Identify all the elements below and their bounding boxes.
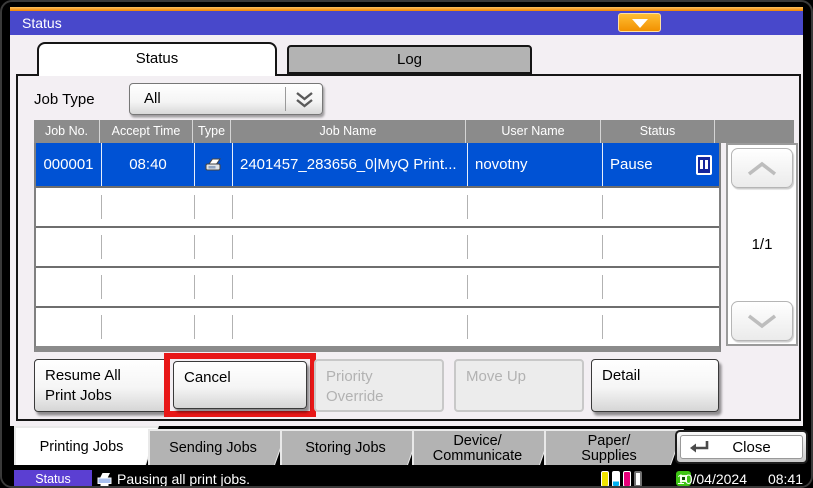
double-chevron-down-icon bbox=[294, 91, 315, 109]
chevron-down-icon bbox=[744, 313, 780, 330]
move-up-button: Move Up bbox=[454, 359, 584, 412]
return-arrow-icon bbox=[689, 439, 711, 455]
bottom-tab-printing-jobs[interactable]: Printing Jobs bbox=[14, 426, 159, 465]
header-user-name: User Name bbox=[466, 120, 601, 143]
tab-log[interactable]: Log bbox=[287, 45, 532, 74]
priority-override-button: Priority Override bbox=[314, 359, 444, 412]
job-type-value: All bbox=[144, 84, 161, 114]
cell-accept-time: 08:40 bbox=[102, 143, 195, 186]
collapse-panel-button[interactable] bbox=[618, 13, 661, 32]
window-title: Status bbox=[22, 11, 62, 35]
close-button[interactable]: Close bbox=[675, 430, 808, 464]
table-row-empty bbox=[36, 226, 719, 266]
page-up-button[interactable] bbox=[731, 148, 793, 188]
titlebar: Status bbox=[10, 11, 803, 35]
bottom-tab-sending-jobs[interactable]: Sending Jobs bbox=[148, 429, 288, 465]
status-text: Pause bbox=[610, 156, 653, 173]
job-table-body: 000001 08:40 2401457_283656_0|MyQ Print.… bbox=[34, 143, 721, 352]
toner-cyan-icon bbox=[612, 471, 620, 487]
pagination-column: 1/1 bbox=[726, 143, 798, 346]
pause-icon bbox=[696, 155, 712, 175]
status-badge: Status bbox=[14, 470, 92, 488]
toner-yellow-icon bbox=[601, 471, 609, 487]
printer-touchscreen: Status Status Log Job Type All Job No. bbox=[0, 0, 813, 488]
toner-black-icon bbox=[634, 471, 642, 487]
cancel-button[interactable]: Cancel bbox=[173, 361, 307, 409]
job-type-label: Job Type bbox=[34, 91, 95, 108]
job-table-header: Job No. Accept Time Type Job Name User N… bbox=[34, 120, 794, 143]
bottom-tab-device-communicate[interactable]: Device/ Communicate bbox=[412, 429, 553, 465]
header-status: Status bbox=[601, 120, 715, 143]
table-row-selected[interactable]: 000001 08:40 2401457_283656_0|MyQ Print.… bbox=[36, 143, 719, 186]
status-message: Pausing all print jobs. bbox=[117, 468, 250, 488]
table-row-empty bbox=[36, 186, 719, 226]
header-job-no: Job No. bbox=[34, 120, 100, 143]
cancel-highlight-box: Cancel bbox=[164, 353, 316, 417]
cell-status: Pause bbox=[603, 143, 717, 186]
triangle-down-icon bbox=[632, 19, 648, 28]
job-type-dropdown[interactable]: All bbox=[129, 83, 323, 115]
chevron-up-icon bbox=[744, 160, 780, 177]
status-bar: Status Pausing all print jobs. 10/04/202… bbox=[2, 468, 811, 488]
page-down-button[interactable] bbox=[731, 301, 793, 341]
header-type: Type bbox=[193, 120, 231, 143]
printer-status-icon bbox=[97, 472, 113, 487]
table-row-empty bbox=[36, 306, 719, 346]
header-job-name: Job Name bbox=[231, 120, 466, 143]
toner-level-indicators bbox=[601, 471, 642, 487]
page-indicator: 1/1 bbox=[728, 191, 796, 298]
status-date: 10/04/2024 bbox=[677, 468, 747, 488]
bottom-tab-paper-supplies[interactable]: Paper/ Supplies bbox=[544, 429, 684, 465]
resume-all-print-jobs-button[interactable]: Resume All Print Jobs bbox=[34, 359, 168, 412]
bottom-tab-storing-jobs[interactable]: Storing Jobs bbox=[280, 429, 421, 465]
status-panel: Job Type All Job No. Accept Time Type Jo… bbox=[16, 74, 801, 421]
header-filler bbox=[715, 120, 794, 143]
cell-job-no: 000001 bbox=[36, 143, 102, 186]
toner-magenta-icon bbox=[623, 471, 631, 487]
printer-job-icon bbox=[204, 157, 223, 173]
cell-job-name: 2401457_283656_0|MyQ Print... bbox=[233, 143, 468, 186]
header-accept-time: Accept Time bbox=[100, 120, 193, 143]
status-time: 08:41 bbox=[768, 468, 803, 488]
dropdown-separator bbox=[285, 87, 286, 111]
tab-status[interactable]: Status bbox=[37, 42, 277, 76]
cell-user-name: novotny bbox=[468, 143, 603, 186]
detail-button[interactable]: Detail bbox=[591, 359, 719, 412]
screen-content: Status Log Job Type All Job No. Accept T… bbox=[10, 35, 803, 426]
cell-type bbox=[195, 143, 233, 186]
table-row-empty bbox=[36, 266, 719, 306]
